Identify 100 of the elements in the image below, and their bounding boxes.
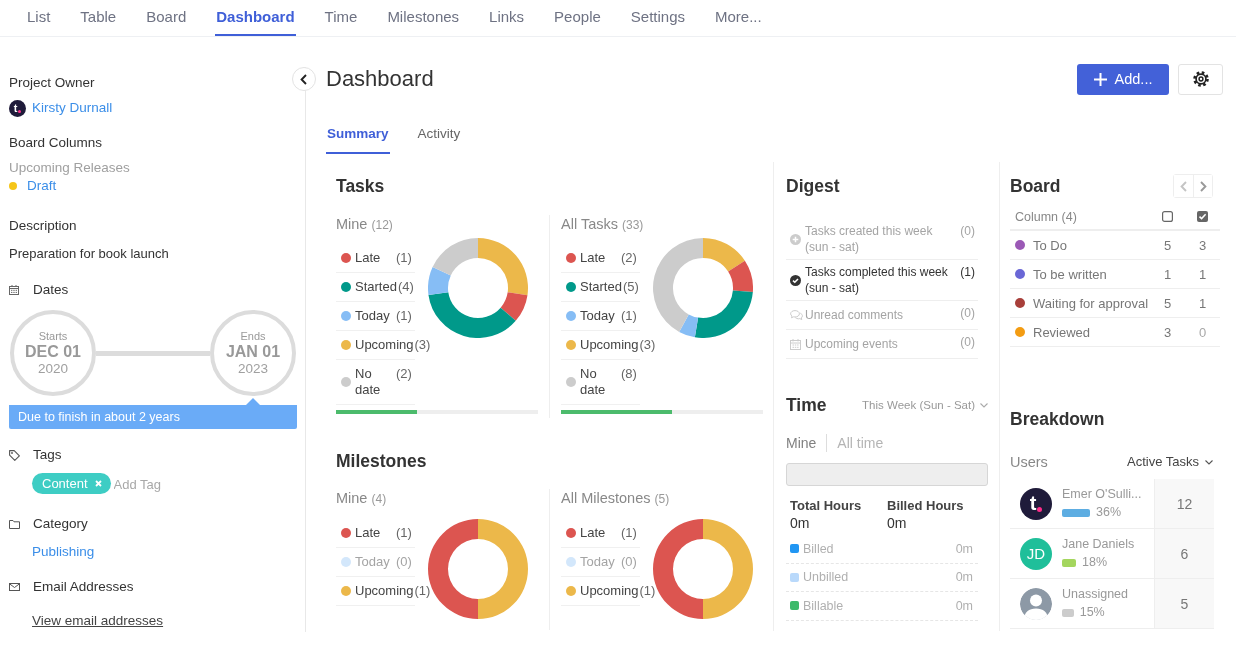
legend-count: (1) — [414, 583, 431, 599]
tag-icon — [9, 449, 20, 461]
legend-label: Today — [355, 308, 391, 324]
chevron-down-icon — [980, 402, 988, 408]
sort-dropdown[interactable]: Active Tasks — [1127, 453, 1213, 471]
column-link[interactable]: Draft — [27, 177, 57, 195]
page-title: Dashboard — [326, 65, 435, 93]
settings-button[interactable] — [1178, 63, 1223, 95]
legend-count: (0) — [396, 554, 412, 570]
owner-link[interactable]: Kirsty Durnall — [32, 99, 113, 117]
column-name: Waiting for approval — [1033, 295, 1150, 311]
legend-count: (4) — [397, 279, 414, 295]
section-title: Digest — [786, 175, 841, 198]
total-value: 0m — [790, 514, 811, 532]
nav-tab[interactable]: Links — [488, 0, 526, 36]
group-label: Users — [1010, 453, 1048, 471]
field-label: Dates — [33, 281, 69, 299]
legend-value: 0m — [955, 541, 973, 556]
total-value: 0m — [887, 514, 908, 532]
legend-label: Billed — [803, 541, 834, 556]
group-count: (4) — [371, 492, 387, 506]
add-button[interactable]: Add... — [1077, 63, 1169, 95]
legend-label: Late — [580, 250, 607, 266]
due-date-banner: Due to finish in about 2 years — [9, 398, 297, 429]
legend-count: (1) — [639, 583, 656, 599]
chevron-left-icon — [299, 73, 307, 85]
settings-icon — [1192, 71, 1209, 87]
legend-label: Today — [355, 554, 391, 570]
nav-tab[interactable]: List — [26, 0, 52, 36]
legend-label: Upcoming — [355, 583, 414, 599]
user-name: Emer O'Sulli... — [1062, 486, 1142, 503]
nav-tab[interactable]: Settings — [629, 0, 687, 36]
legend-label: Unbilled — [803, 570, 849, 585]
view-tab[interactable]: Activity — [416, 125, 462, 154]
legend-label: No date — [355, 366, 382, 398]
next-button[interactable] — [1193, 175, 1212, 197]
chevron-down-icon — [1205, 459, 1213, 465]
task-count: 3 — [1162, 324, 1173, 340]
plus-icon — [1093, 72, 1107, 86]
checkbox-icon — [1162, 211, 1173, 222]
digest-label: Tasks completed this week (sun - sat) — [805, 264, 949, 296]
legend-label: Late — [355, 525, 382, 541]
legend-label: Today — [580, 554, 616, 570]
count-cell: 5 — [1154, 579, 1214, 628]
column-name: To Do — [1033, 237, 1068, 253]
tag-input[interactable]: Add Tag — [113, 476, 204, 494]
digest-label: Unread comments — [805, 307, 905, 323]
share-percent: 36% — [1096, 504, 1122, 521]
column-name: To be written — [1033, 266, 1108, 282]
view-tab[interactable]: Summary — [326, 125, 390, 154]
section-title: Tasks — [336, 175, 386, 198]
group-count: (33) — [622, 218, 644, 232]
legend-value: 0m — [955, 570, 973, 585]
range-dropdown[interactable]: This Week (Sun - Sat) — [862, 399, 988, 411]
group-title: All Milestones — [561, 490, 651, 506]
share-percent: 18% — [1082, 554, 1108, 571]
group-title: Mine — [336, 216, 368, 232]
nav-tab[interactable]: Table — [79, 0, 118, 36]
section-title: Board — [1010, 175, 1061, 198]
nav-tab[interactable]: People — [553, 0, 602, 36]
nav-tab[interactable]: Milestones — [386, 0, 461, 36]
nav-tab[interactable]: Time — [323, 0, 359, 36]
user-silhouette-icon — [1020, 587, 1052, 620]
board-name: Upcoming Releases — [9, 159, 131, 177]
digest-count: (0) — [960, 223, 975, 239]
legend-label: Started — [580, 279, 622, 295]
section-title: Breakdown — [1010, 408, 1106, 431]
speech-bubbles-icon — [790, 309, 803, 321]
email-link[interactable]: View email addresses — [32, 612, 164, 630]
count-cell: 12 — [1154, 479, 1214, 528]
field-label: Description — [9, 217, 78, 235]
date-day: JAN 01 — [225, 342, 281, 361]
field-label: Email Addresses — [33, 578, 134, 596]
nav-tab[interactable]: More... — [714, 0, 763, 36]
legend-count: (1) — [621, 525, 637, 541]
legend-value: 0m — [955, 598, 973, 613]
calendar-icon — [9, 285, 19, 295]
nav-tab[interactable]: Board — [145, 0, 188, 36]
legend-label: Upcoming — [355, 337, 414, 353]
plus-circle-icon — [790, 233, 801, 245]
legend-count: (1) — [396, 250, 412, 266]
group-count: (12) — [371, 218, 393, 232]
digest-count: (1) — [960, 264, 975, 280]
section-title: Time — [786, 394, 827, 417]
check-circle-icon — [790, 274, 801, 286]
digest-count: (0) — [960, 305, 975, 321]
date-day: DEC 01 — [25, 342, 81, 361]
description-text: Preparation for book launch — [9, 245, 170, 263]
column-name: Reviewed — [1033, 324, 1092, 340]
date-year: 2020 — [37, 360, 68, 377]
nav-tab[interactable]: Dashboard — [215, 0, 296, 36]
collapse-button[interactable] — [292, 67, 316, 91]
column-header: Column (4) — [1015, 209, 1078, 224]
total-label: Billed Hours — [887, 498, 965, 514]
legend-count: (0) — [621, 554, 637, 570]
scope-tab[interactable]: Mine — [786, 434, 827, 452]
count-cell: 6 — [1154, 529, 1214, 578]
calendar-icon — [790, 338, 801, 350]
share-percent: 15% — [1079, 604, 1105, 621]
category-link[interactable]: Publishing — [32, 544, 95, 559]
